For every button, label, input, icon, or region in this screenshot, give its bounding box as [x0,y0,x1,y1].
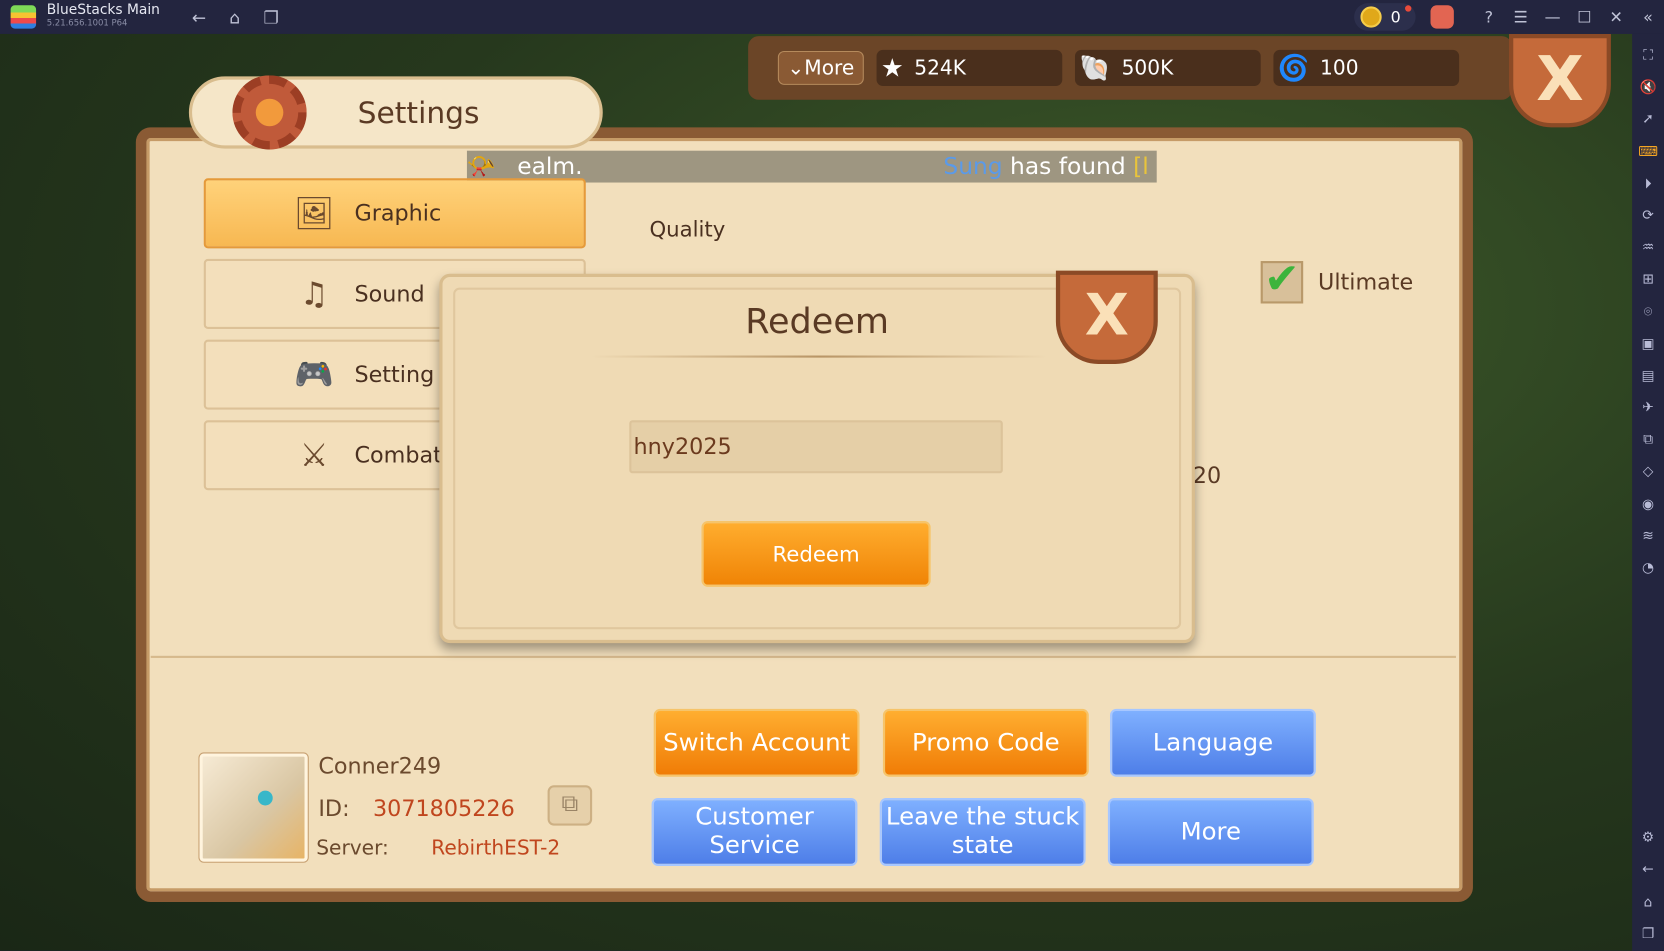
screen-record-icon[interactable]: ▣ [1642,329,1655,361]
volume-mute-icon[interactable]: 🔇 [1639,72,1656,104]
customer-service-button[interactable]: Customer Service [651,798,858,866]
airplane-icon[interactable]: ✈ [1642,393,1654,425]
menu-icon[interactable]: ☰ [1505,7,1537,26]
close-dialog-button[interactable]: X [1055,270,1158,364]
apk-icon[interactable]: ⊞ [1642,265,1654,297]
star-icon: ★ [880,53,904,83]
redeem-dialog: Redeem Redeem X [439,270,1195,644]
setting-value: 20 [1192,462,1222,489]
back-icon[interactable]: ← [1642,855,1654,887]
more-button[interactable]: More [1107,798,1314,866]
redeem-button[interactable]: Redeem [701,521,931,587]
ultimate-option[interactable]: ✔ Ultimate [1260,258,1413,304]
page-title: Settings [357,94,480,130]
performance-icon[interactable]: ♒ [1642,233,1654,265]
bluestacks-sidebar: ⛶ 🔇 ➚ ⌨ ⏵ ⟳ ♒ ⊞ ⌾ ▣ ▤ ✈ ⧉ ◇ ◉ ≋ ◔ ⚙ ← ⌂ ❐ [1632,33,1664,951]
multi-window-icon[interactable]: ❐ [263,7,278,27]
swords-icon: ⚔ [299,436,329,474]
redeem-code-input[interactable] [629,420,1003,474]
rotate-sync-icon[interactable]: ⟳ [1642,201,1654,233]
gamepad-icon: 🎮 [294,356,334,394]
app-version: 5.21.656.1001 P64 [46,18,128,28]
back-arrow-icon[interactable]: ← [192,7,206,27]
screenshot-icon[interactable]: ⌾ [1644,297,1652,329]
minimize-icon[interactable]: — [1537,7,1569,26]
shell-icon: 🐚 [1079,53,1111,83]
coin-balance[interactable]: 0 [1354,3,1416,31]
conch-counter: 🌀 100 [1273,49,1460,86]
horn-icon: 📯 [466,153,497,180]
resource-bar: ⌄More ★ 524K 🐚 500K 🌀 100 [748,36,1513,100]
title-bar: BlueStacks Main 5.21.656.1001 P64 ← ⌂ ❐ 0… [0,0,1664,34]
copy-id-button[interactable]: ⧉ [547,785,593,826]
shells-counter: 🐚 500K [1075,49,1261,86]
profile-card: Conner249 ID: 3071805226 Server: RebirthES… [198,752,593,863]
maximize-icon[interactable]: ☐ [1568,7,1600,26]
eco-mode-icon[interactable]: ◔ [1642,553,1654,585]
help-icon[interactable]: ? [1473,7,1505,26]
app-title: BlueStacks Main [46,2,160,19]
divider [150,655,1456,658]
player-id: ID: 3071805226 [318,795,515,822]
coin-icon [1360,6,1383,28]
conch-icon: 🌀 [1277,53,1310,83]
close-settings-button[interactable]: X [1509,33,1611,128]
record-icon[interactable]: ⏵ [1645,168,1652,200]
more-resources-button[interactable]: ⌄More [777,50,864,85]
gear-icon [232,75,307,150]
player-name: Conner249 [318,753,442,779]
promo-code-button[interactable]: Promo Code [882,708,1089,777]
notification-dot [1405,5,1412,12]
close-icon[interactable]: ✕ [1600,7,1632,26]
rotate-icon[interactable]: ◇ [1643,457,1654,489]
switch-account-button[interactable]: Switch Account [653,708,860,777]
multi-instance-icon[interactable]: ⧉ [1643,425,1653,457]
avatar [198,752,309,863]
home-icon[interactable]: ⌂ [1644,887,1653,919]
player-server: Server: RebirthEST-2 [316,836,561,860]
quality-label: Quality [649,216,726,242]
recent-apps-icon[interactable]: ❐ [1642,919,1654,951]
keyboard-icon[interactable]: ⌨ [1638,136,1658,168]
tab-graphic[interactable]: 🖼 Graphic [203,178,586,249]
location-icon[interactable]: ◉ [1642,489,1654,521]
fullscreen-icon[interactable]: ⛶ [1643,40,1653,72]
settings-icon[interactable]: ⚙ [1642,823,1654,855]
bluestacks-logo [10,5,37,29]
settings-title-plate: Settings [188,75,603,150]
leave-stuck-state-button[interactable]: Leave the stuck state [879,798,1086,866]
layers-icon[interactable]: ≋ [1642,521,1654,553]
music-icon: ♫ [299,275,329,313]
pointer-icon[interactable]: ➚ [1642,104,1654,136]
stars-counter: ★ 524K [876,49,1063,86]
language-button[interactable]: Language [1110,708,1316,777]
collapse-sidebar-icon[interactable]: « [1632,7,1664,26]
media-folder-icon[interactable]: ▤ [1642,361,1655,393]
checkmark-icon: ✔ [1260,258,1304,304]
divider [591,355,1048,358]
image-icon: 🖼 [293,194,335,232]
user-avatar[interactable] [1430,5,1454,29]
home-icon[interactable]: ⌂ [229,7,240,27]
